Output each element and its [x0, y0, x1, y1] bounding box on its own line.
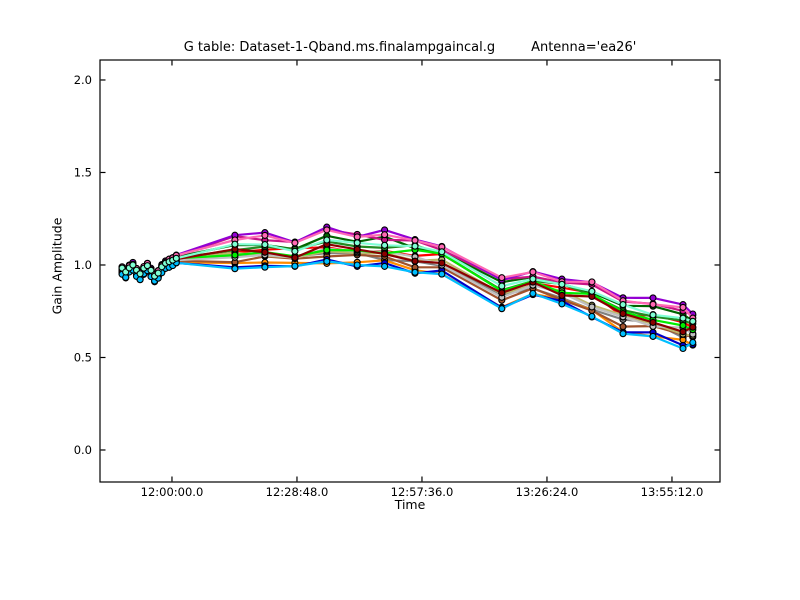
gain-marker-series-14: [689, 338, 697, 347]
gain-marker-series-16: [679, 314, 687, 322]
gain-marker-series-15: [588, 278, 596, 286]
gain-marker-series-16: [323, 236, 331, 244]
gain-line-series-06: [121, 234, 694, 323]
gain-marker-series-16: [588, 287, 596, 295]
gain-marker-series-15: [498, 274, 506, 282]
gain-marker-series-03: [619, 323, 627, 331]
gain-marker-series-16: [498, 282, 506, 290]
gain-marker-series-16: [529, 275, 537, 283]
gain-marker-series-15: [411, 236, 419, 244]
gain-marker-series-11: [679, 321, 687, 330]
gain-marker-series-14: [558, 300, 566, 308]
gain-plot-figure: 12:00:00.0 12:28:48.0 12:57:36.0 13:26:24.0…: [0, 0, 800, 600]
y-tick-label: 2.0: [74, 73, 92, 87]
gain-marker-series-16: [147, 266, 155, 274]
gain-marker-series-16: [231, 240, 239, 248]
gain-marker-series-14: [619, 330, 627, 338]
gain-marker-series-15: [353, 233, 361, 241]
gain-marker-series-15: [261, 231, 269, 239]
gain-marker-series-15: [679, 303, 687, 311]
gain-marker-series-12: [498, 289, 506, 297]
y-tick-label: 1.0: [74, 258, 92, 272]
gain-marker-series-15: [381, 231, 389, 239]
y-axis-label: Gain Amplitude: [49, 217, 65, 315]
plot-title: G table: Dataset-1-Qband.ms.finalampgain…: [100, 40, 720, 55]
gain-marker-series-12: [438, 259, 446, 267]
gain-marker-series-14: [498, 305, 506, 313]
gain-marker-series-14: [261, 263, 269, 271]
gain-marker-series-12: [291, 254, 299, 262]
gain-marker-series-14: [323, 257, 331, 265]
gain-marker-series-14: [529, 289, 537, 298]
gain-marker-series-14: [679, 344, 687, 353]
gain-marker-series-14: [136, 276, 144, 284]
gain-marker-series-15: [529, 268, 537, 276]
gain-marker-series-15: [323, 226, 331, 234]
gain-marker-series-15: [291, 239, 299, 247]
gain-marker-series-11: [323, 246, 331, 254]
gain-marker-series-16: [136, 270, 144, 278]
gain-marker-series-15: [649, 300, 657, 308]
gain-marker-series-14: [411, 268, 419, 276]
gain-marker-series-16: [649, 311, 657, 319]
gain-marker-series-12: [619, 310, 627, 318]
gain-marker-series-11: [231, 251, 239, 259]
gain-marker-series-14: [231, 265, 239, 273]
gain-marker-series-14: [381, 262, 389, 270]
gain-marker-series-14: [353, 261, 361, 269]
gain-marker-series-14: [588, 312, 596, 320]
gain-marker-series-16: [558, 280, 566, 288]
gain-marker-series-16: [172, 254, 180, 262]
gain-marker-series-16: [353, 239, 361, 247]
plot-title-table: G table: Dataset-1-Qband.ms.finalampgain…: [183, 40, 496, 55]
gain-marker-series-16: [619, 301, 627, 309]
gain-marker-series-12: [689, 323, 697, 331]
gain-marker-series-12: [381, 250, 389, 258]
gain-marker-series-16: [291, 247, 299, 255]
plot-title-antenna: Antenna='ea26': [531, 40, 637, 55]
gain-marker-series-16: [689, 317, 697, 325]
gain-marker-series-16: [381, 241, 389, 249]
gain-marker-series-14: [649, 332, 657, 340]
y-tick-label: 0.0: [74, 443, 92, 457]
gain-marker-series-12: [353, 245, 361, 253]
gain-marker-series-16: [154, 269, 162, 277]
gain-marker-series-16: [411, 242, 419, 250]
y-tick-label: 1.5: [74, 165, 92, 179]
gain-marker-series-12: [558, 291, 566, 299]
gain-marker-series-14: [291, 262, 299, 270]
x-axis-label: Time: [394, 497, 426, 512]
gain-marker-series-16: [261, 241, 269, 249]
gain-marker-series-16: [438, 248, 446, 256]
gain-marker-series-09: [588, 303, 596, 311]
gain-marker-series-13: [649, 294, 657, 302]
gain-marker-series-12: [679, 328, 687, 336]
y-tick-label: 0.5: [74, 350, 92, 364]
gain-marker-series-14: [438, 270, 446, 278]
gain-marker-series-12: [411, 257, 419, 265]
gain-marker-series-12: [261, 248, 269, 256]
gain-marker-series-12: [649, 318, 657, 326]
